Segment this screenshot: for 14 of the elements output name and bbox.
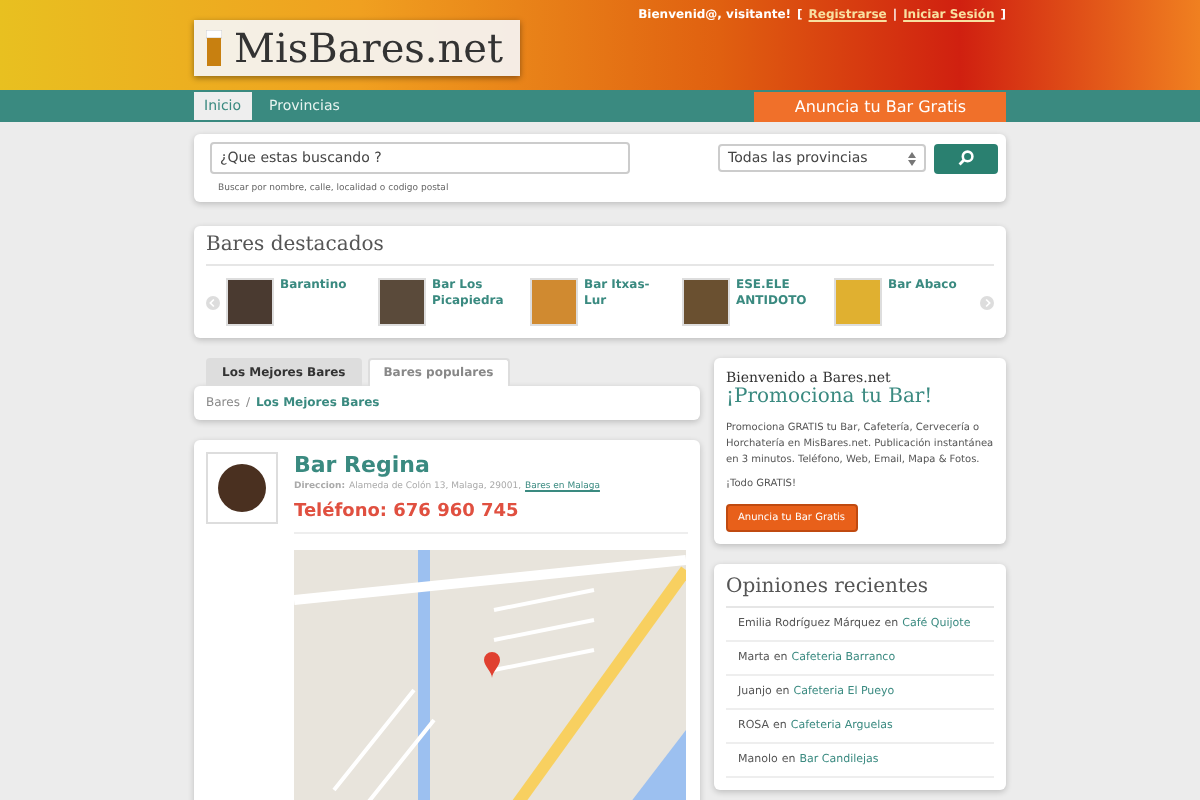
beer-glass-icon (206, 30, 222, 66)
promo-title: ¡Promociona tu Bar! (726, 386, 935, 408)
phone-text: Teléfono: 676 960 745 (294, 502, 688, 534)
advertise-button[interactable]: Anuncia tu Bar Gratis (754, 91, 1006, 121)
updown-icon (908, 151, 916, 165)
bar-title: Bar Regina (294, 452, 432, 478)
photo-placeholder (218, 464, 266, 512)
logo-text: MisBares.net (234, 24, 504, 72)
search-button[interactable] (934, 143, 998, 173)
search-icon (958, 150, 974, 166)
panel-title: Opiniones recientes (726, 576, 994, 608)
next-icon[interactable] (980, 295, 994, 309)
panel-title: Bares destacados (206, 234, 994, 266)
previous-icon[interactable] (206, 295, 220, 309)
